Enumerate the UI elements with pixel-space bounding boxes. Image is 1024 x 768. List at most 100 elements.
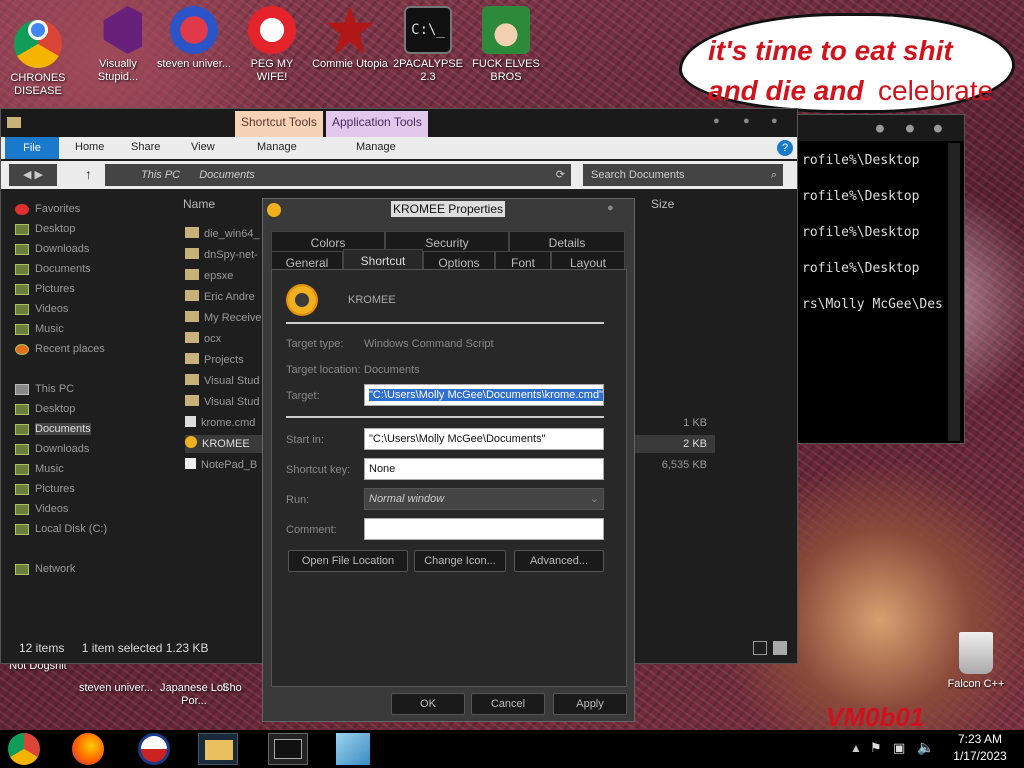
desktop-icon-2pacalypse[interactable]: C:\_ 2PACALYPSE 2.3	[390, 6, 466, 84]
volume-icon[interactable]: 🔈	[917, 739, 934, 756]
nav-item[interactable]: Videos	[15, 503, 68, 515]
file-row[interactable]: epsxe	[185, 267, 265, 285]
desktop-icon-visual-studio[interactable]: Visually Stupid...	[80, 6, 156, 84]
nav-item[interactable]: Documents	[15, 263, 91, 275]
advanced-button[interactable]: Advanced...	[514, 550, 604, 572]
nav-item[interactable]: Music	[15, 323, 64, 335]
nav-item[interactable]: This PC	[15, 383, 74, 395]
nav-item[interactable]: Documents	[15, 423, 91, 435]
desktop-icon-elves[interactable]: FUCK ELVES BROS	[468, 6, 544, 84]
tab-shortcut-tools[interactable]: Shortcut Tools	[235, 111, 323, 137]
run-select[interactable]: Normal window ⌄	[364, 488, 604, 510]
breadcrumb-documents[interactable]: Documents	[199, 169, 255, 181]
comment-field[interactable]	[364, 518, 604, 540]
close-icon[interactable]: ●	[771, 115, 778, 127]
help-icon[interactable]: ?	[777, 140, 793, 156]
cmd-line: rofile%\Desktop	[802, 189, 920, 204]
apply-button[interactable]: Apply	[553, 693, 627, 715]
recycle-bin-icon	[959, 632, 993, 674]
nav-item[interactable]: Local Disk (C:)	[15, 523, 107, 535]
cmd-titlebar[interactable]: ● ● ●	[798, 115, 964, 141]
start-in-field[interactable]: "C:\Users\Molly McGee\Documents"	[364, 428, 604, 450]
refresh-icon[interactable]: ⟳	[556, 164, 565, 186]
firefox-icon[interactable]	[72, 733, 104, 765]
cancel-button[interactable]: Cancel	[471, 693, 545, 715]
file-row[interactable]: die_win64_	[185, 225, 265, 243]
flag-icon[interactable]: ⚑	[870, 740, 882, 756]
up-icon[interactable]: ↑	[85, 166, 92, 182]
maximize-icon[interactable]: ●	[906, 121, 914, 136]
nav-item[interactable]: Downloads	[15, 443, 89, 455]
file-row[interactable]: My Receive	[185, 309, 265, 327]
desktop-icon-commie-utopia[interactable]: Commie Utopia	[312, 6, 388, 71]
folder-icon	[15, 404, 29, 415]
notepad-icon[interactable]	[336, 733, 370, 765]
open-file-location-button[interactable]: Open File Location	[288, 550, 408, 572]
nav-item[interactable]: Videos	[15, 303, 68, 315]
ribbon-view[interactable]: View	[191, 141, 215, 153]
tab-application-tools[interactable]: Application Tools	[326, 111, 428, 137]
chrome-icon[interactable]	[8, 733, 40, 765]
nav-item[interactable]: Music	[15, 463, 64, 475]
explorer-titlebar[interactable]: Shortcut Tools Application Tools ● ● ●	[1, 109, 797, 137]
file-row[interactable]: NotePad_B	[185, 456, 265, 474]
search-input[interactable]: Search Documents ⌕	[583, 164, 783, 186]
clock-time[interactable]: 7:23 AM	[950, 732, 1010, 746]
nav-item[interactable]: Desktop	[15, 403, 75, 415]
file-row[interactable]: ocx	[185, 330, 265, 348]
target-field[interactable]: "C:\Users\Molly McGee\Documents\krome.cm…	[364, 384, 604, 406]
maximize-icon[interactable]: ●	[743, 115, 750, 127]
shortcut-key-field[interactable]: None	[364, 458, 604, 480]
ribbon-home[interactable]: Home	[75, 141, 104, 153]
desktop-icon-steven-2[interactable]: steven univer...	[78, 682, 154, 695]
desktop-icon-falcon[interactable]: Falcon C++	[936, 632, 1016, 691]
back-button[interactable]: ◀ ▶	[9, 164, 57, 186]
ribbon-share[interactable]: Share	[131, 141, 160, 153]
cmd-scrollbar[interactable]	[948, 143, 960, 441]
ribbon-manage-shortcut[interactable]: Manage	[257, 141, 297, 153]
close-icon[interactable]: ●	[934, 121, 942, 136]
address-bar[interactable]: This PC Documents ⟳	[105, 164, 571, 186]
nav-item[interactable]: Recent places	[15, 343, 105, 355]
tab-details[interactable]: Details	[509, 231, 625, 253]
details-view-icon[interactable]	[753, 641, 767, 655]
file-explorer-icon[interactable]	[198, 733, 238, 765]
column-name[interactable]: Name	[183, 197, 215, 211]
file-size	[651, 309, 707, 327]
close-icon[interactable]: ●	[607, 202, 614, 214]
desktop-icon-chrones[interactable]: CHRONES DISEASE	[0, 6, 76, 98]
ribbon-file[interactable]: File	[5, 137, 59, 159]
properties-dialog[interactable]: KROMEE Properties ● Colors Security Deta…	[262, 198, 635, 722]
thumbnail-view-icon[interactable]	[773, 641, 787, 655]
change-icon-button[interactable]: Change Icon...	[414, 550, 506, 572]
chrome-icon	[14, 20, 62, 68]
clock-date[interactable]: 1/17/2023	[950, 749, 1010, 763]
minimize-icon[interactable]: ●	[713, 115, 720, 127]
nav-item[interactable]: Favorites	[15, 203, 80, 215]
network-icon[interactable]: ▣	[893, 740, 905, 756]
desktop-icon-steven-universe[interactable]: steven univer...	[156, 6, 232, 71]
ok-button[interactable]: OK	[391, 693, 465, 715]
cmd-taskbar-icon[interactable]	[268, 733, 308, 765]
desktop-icon-peg[interactable]: PEG MY WIFE!	[234, 6, 310, 84]
nav-item[interactable]: Pictures	[15, 483, 75, 495]
nav-item[interactable]: Downloads	[15, 243, 89, 255]
file-row[interactable]: dnSpy-net-	[185, 246, 265, 264]
ribbon-manage-app[interactable]: Manage	[356, 141, 396, 153]
show-hidden-icons[interactable]: ▲	[850, 741, 862, 755]
breadcrumb-this-pc[interactable]: This PC	[141, 169, 180, 181]
cmd-window[interactable]: ● ● ● rofile%\Desktop rofile%\Desktop ro…	[797, 114, 965, 444]
folder-icon	[15, 344, 29, 355]
obama-logo-icon[interactable]	[138, 733, 170, 765]
desktop-icon-sho[interactable]: Sho	[212, 682, 252, 695]
nav-item[interactable]: Network	[15, 563, 75, 575]
file-row[interactable]: Visual Stud	[185, 372, 265, 390]
minimize-icon[interactable]: ●	[876, 121, 884, 136]
nav-item[interactable]: Pictures	[15, 283, 75, 295]
column-size[interactable]: Size	[651, 197, 674, 211]
nav-item[interactable]: Desktop	[15, 223, 75, 235]
file-row[interactable]: Visual Stud	[185, 393, 265, 411]
file-row[interactable]: Eric Andre	[185, 288, 265, 306]
file-row[interactable]: krome.cmd	[185, 414, 265, 432]
file-row[interactable]: Projects	[185, 351, 265, 369]
